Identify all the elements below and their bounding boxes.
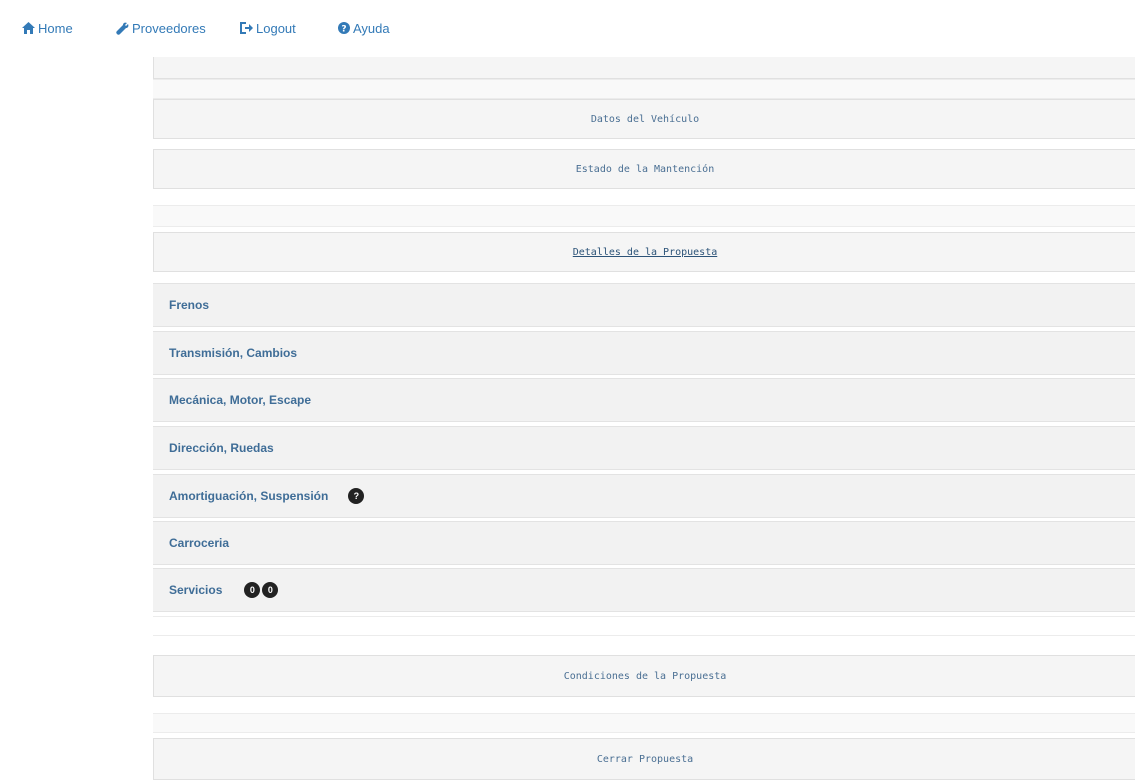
proposal-details-title: Detalles de la Propuesta <box>572 246 718 258</box>
category-item[interactable]: Mecánica, Motor, Escape <box>153 378 1135 422</box>
proposal-details-header: Detalles de la Propuesta <box>154 233 1135 271</box>
count-badge: 0 <box>262 582 279 598</box>
count-badge: ? <box>348 488 365 504</box>
nav-logout-label: Logout <box>256 20 296 36</box>
nav-help-label: Ayuda <box>353 20 390 36</box>
svg-text:?: ? <box>341 25 346 35</box>
vehicle-data-title: Datos del Vehículo <box>590 113 700 125</box>
home-icon <box>22 22 35 34</box>
badge-group: ? <box>346 488 365 504</box>
nav-providers-link[interactable]: Proveedores <box>116 18 206 38</box>
proposal-conditions-title: Condiciones de la Propuesta <box>563 670 727 682</box>
spacer-strip <box>153 616 1135 636</box>
maintenance-state-panel[interactable]: Estado de la Mantención <box>153 149 1135 189</box>
badge-group: 00 <box>242 582 279 598</box>
category-item[interactable]: Servicios 0 0 <box>153 568 1135 612</box>
nav-providers-label: Proveedores <box>132 20 206 36</box>
close-proposal-title: Cerrar Propuesta <box>596 753 694 765</box>
vehicle-data-header: Datos del Vehículo <box>154 100 1135 138</box>
category-item[interactable]: Carroceria <box>153 521 1135 565</box>
proposal-conditions-header: Condiciones de la Propuesta <box>154 656 1135 696</box>
category-label: Amortiguación, Suspensión <box>169 489 329 503</box>
nav-home-link[interactable]: Home <box>22 18 73 38</box>
category-item[interactable]: Dirección, Ruedas <box>153 426 1135 470</box>
vehicle-data-panel[interactable]: Datos del Vehículo <box>153 99 1135 139</box>
wrench-icon <box>116 22 129 35</box>
spacer-strip <box>153 713 1135 733</box>
category-item[interactable]: Amortiguación, Suspensión? <box>153 474 1135 518</box>
spacer-strip <box>153 79 1135 99</box>
spacer-strip <box>153 205 1135 227</box>
category-label: Mecánica, Motor, Escape <box>169 393 312 407</box>
proposal-details-panel[interactable]: Detalles de la Propuesta <box>153 232 1135 272</box>
top-partial-panel <box>153 57 1135 79</box>
nav-help-link[interactable]: ? Ayuda <box>338 18 390 38</box>
question-circle-icon: ? <box>338 22 350 34</box>
proposal-conditions-panel[interactable]: Condiciones de la Propuesta <box>153 655 1135 697</box>
category-label: Transmisión, Cambios <box>169 346 298 360</box>
nav-logout-link[interactable]: Logout <box>240 18 296 38</box>
maintenance-state-title: Estado de la Mantención <box>575 163 715 175</box>
close-proposal-panel[interactable]: Cerrar Propuesta <box>153 738 1135 780</box>
nav-home-label: Home <box>38 20 73 36</box>
category-label: Carroceria <box>169 536 230 550</box>
category-label: Frenos <box>169 298 210 312</box>
logout-icon <box>240 22 253 34</box>
count-badge: 0 <box>244 582 261 598</box>
category-item[interactable]: Frenos <box>153 283 1135 327</box>
category-label: Servicios <box>169 583 223 597</box>
close-proposal-header: Cerrar Propuesta <box>154 739 1135 779</box>
category-item[interactable]: Transmisión, Cambios <box>153 331 1135 375</box>
category-label: Dirección, Ruedas <box>169 441 274 455</box>
top-navbar: Home Proveedores Logout ? Ayuda <box>0 0 1135 57</box>
maintenance-state-header: Estado de la Mantención <box>154 150 1135 188</box>
